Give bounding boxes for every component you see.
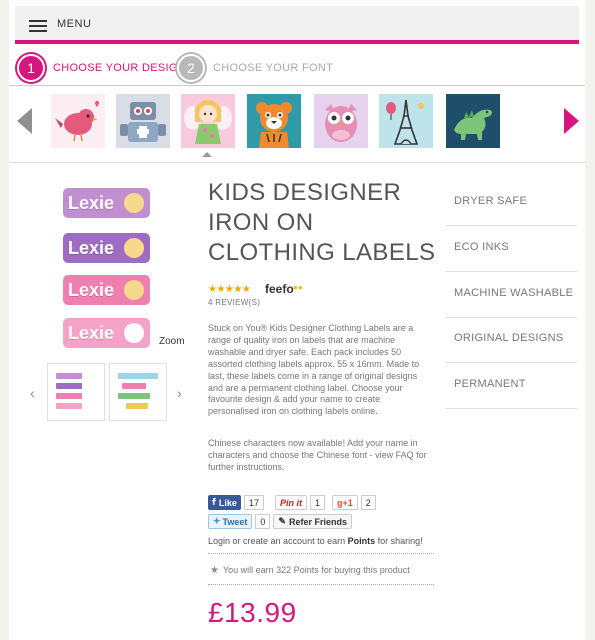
- twitter-bird-icon: ✦: [213, 516, 221, 526]
- gallery-thumb-2[interactable]: [109, 363, 167, 421]
- step-number: 1: [17, 54, 45, 82]
- step-choose-font[interactable]: 2 CHOOSE YOUR FONT: [177, 54, 333, 82]
- carousel-prev-arrow-icon[interactable]: [17, 108, 32, 134]
- label-preview-3: Lexie: [63, 275, 150, 305]
- step-label: CHOOSE YOUR FONT: [213, 62, 334, 74]
- feature-item: ECO INKS: [446, 226, 577, 272]
- points-text: for sharing!: [375, 536, 423, 546]
- step-label: CHOOSE YOUR DESIGN: [53, 62, 186, 74]
- refer-icon: ✎: [278, 516, 286, 526]
- gplus-count: 2: [360, 495, 376, 510]
- feature-item: DRYER SAFE: [446, 180, 577, 226]
- social-row-1: f Like 17 Pin it 1 g+1 2: [208, 495, 376, 510]
- carousel-next-arrow-icon[interactable]: [564, 108, 579, 134]
- step-choose-design[interactable]: 1 CHOOSE YOUR DESIGN: [17, 54, 186, 82]
- feefo-logo-dots-icon: ●●: [293, 283, 303, 292]
- dinosaur-design-icon[interactable]: [446, 94, 500, 148]
- robot-design-icon[interactable]: [116, 94, 170, 148]
- like-count: 17: [243, 495, 264, 510]
- paris-design-icon[interactable]: [379, 94, 433, 148]
- hamburger-menu-icon[interactable]: [29, 20, 47, 32]
- menu-label[interactable]: MENU: [57, 18, 91, 30]
- facebook-like-button[interactable]: f Like: [208, 495, 241, 510]
- review-count-link[interactable]: 4 REVIEW(S): [208, 298, 260, 307]
- points-word: Points: [347, 536, 376, 546]
- label-preview-2: Lexie: [63, 233, 150, 263]
- divider: [208, 584, 434, 585]
- top-menu-bar[interactable]: MENU: [15, 6, 579, 44]
- tweet-button[interactable]: ✦ Tweet: [208, 514, 253, 529]
- owl-design-icon[interactable]: [314, 94, 368, 148]
- feature-label: PERMANENT: [454, 378, 526, 390]
- label-name: Lexie: [68, 192, 115, 213]
- label-name: Lexie: [68, 279, 115, 300]
- points-text: to earn: [314, 536, 348, 546]
- gallery-prev-icon[interactable]: ‹: [30, 385, 35, 401]
- feature-item: PERMANENT: [446, 363, 577, 409]
- page: MENU 1 CHOOSE YOUR DESIGN 2 CHOOSE YOUR …: [9, 0, 585, 640]
- feature-label: MACHINE WASHABLE: [454, 287, 574, 299]
- zoom-link[interactable]: Zoom: [159, 336, 185, 347]
- label-preview-1: Lexie: [63, 188, 150, 218]
- divider: [208, 553, 434, 554]
- feature-label: ECO INKS: [454, 241, 509, 253]
- gallery-next-icon[interactable]: ›: [177, 385, 182, 401]
- tiger-design-icon[interactable]: [247, 94, 301, 148]
- refer-friends-button[interactable]: ✎ Refer Friends: [273, 514, 352, 529]
- facebook-icon: f: [212, 497, 216, 508]
- google-plus-button[interactable]: g+1: [331, 495, 358, 510]
- label-preview-4: Lexie: [63, 318, 150, 348]
- feature-label: DRYER SAFE: [454, 195, 528, 207]
- star-icon: ★: [210, 565, 219, 576]
- feature-item: MACHINE WASHABLE: [446, 272, 577, 318]
- pinterest-button[interactable]: Pin it: [274, 495, 307, 510]
- gallery-thumb-1[interactable]: [47, 363, 105, 421]
- social-row-2: ✦ Tweet 0 ✎ Refer Friends: [208, 514, 352, 529]
- tweet-count: 0: [255, 514, 271, 529]
- rating-stars-icon: ★★★★★: [208, 284, 251, 295]
- login-create-account-link[interactable]: Login or create an account: [208, 536, 315, 546]
- fairy-design-icon[interactable]: [181, 94, 235, 148]
- product-title: KIDS DESIGNER IRON ON CLOTHING LABELS: [208, 179, 436, 266]
- feefo-logo[interactable]: feefo: [265, 282, 294, 296]
- like-label: Like: [218, 497, 237, 508]
- selected-design-caret-icon: [202, 152, 212, 157]
- product-description: Stuck on You® Kids Designer Clothing Lab…: [208, 323, 420, 417]
- feature-item: ORIGINAL DESIGNS: [446, 317, 577, 363]
- product-price: £13.99: [208, 597, 297, 628]
- feature-label: ORIGINAL DESIGNS: [454, 332, 564, 344]
- refer-label: Refer Friends: [288, 516, 347, 527]
- label-name: Lexie: [68, 237, 115, 258]
- chinese-font-note: Chinese characters now available! Add yo…: [208, 438, 427, 472]
- pin-count: 1: [309, 495, 325, 510]
- earn-text: You will earn 322 Points for buying this…: [222, 565, 410, 575]
- design-steps: 1 CHOOSE YOUR DESIGN 2 CHOOSE YOUR FONT: [9, 50, 585, 86]
- step-number: 2: [177, 54, 205, 82]
- design-carousel: [9, 87, 585, 163]
- tweet-label: Tweet: [222, 516, 248, 527]
- earn-points-note: ★ You will earn 322 Points for buying thi…: [210, 565, 410, 576]
- bird-design-icon[interactable]: [51, 94, 105, 148]
- points-sharing-line: Login or create an account to earn Point…: [208, 536, 423, 546]
- label-name: Lexie: [68, 322, 115, 343]
